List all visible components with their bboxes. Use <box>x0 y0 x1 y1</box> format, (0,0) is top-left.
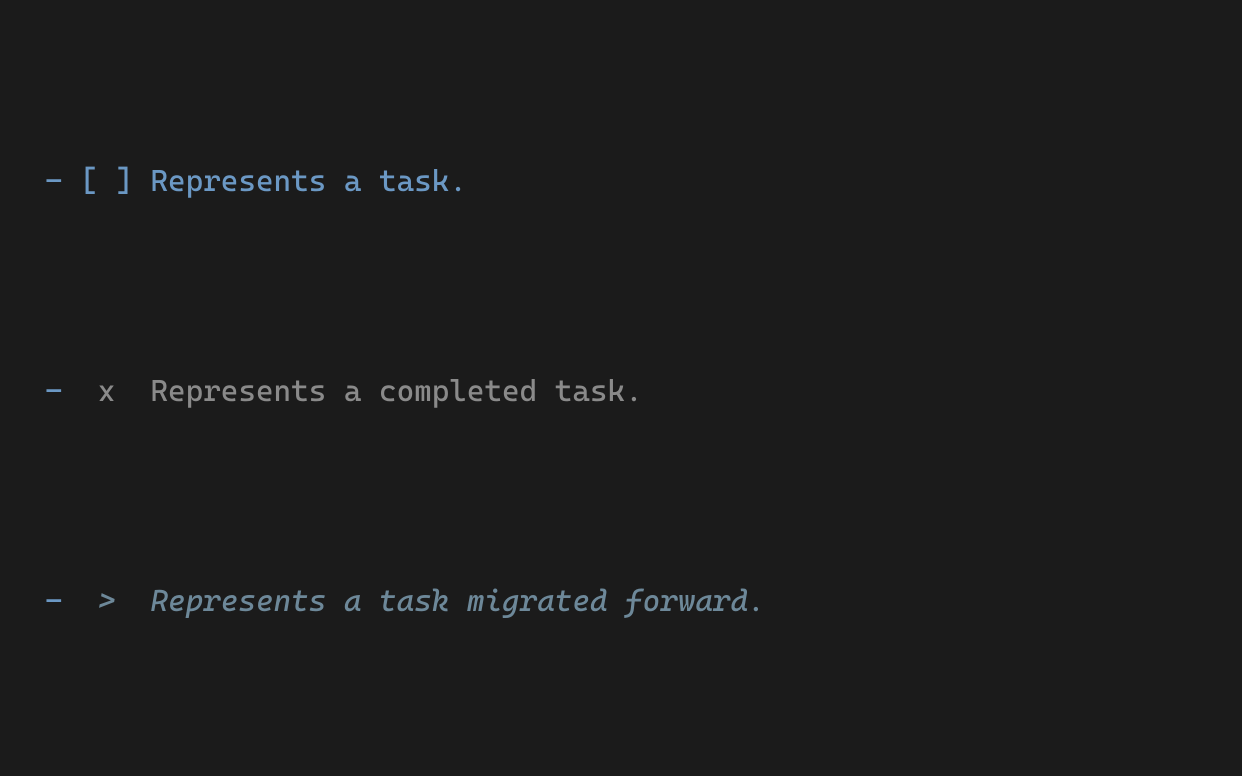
completed-description: Represents a completed task. <box>150 374 642 409</box>
completed-symbol: x <box>80 374 133 409</box>
migrated-forward-symbol: > <box>80 584 133 619</box>
task-symbol: [ ] <box>80 164 133 199</box>
bullet-dash: - <box>45 374 63 409</box>
line-task: - [ ] Represents a task. <box>45 162 1212 203</box>
code-editor: - [ ] Represents a task. - x Represents … <box>0 0 1242 776</box>
task-description: Represents a task. <box>150 164 466 199</box>
line-migrated-forward: - > Represents a task migrated forward. <box>45 582 1212 623</box>
line-completed: - x Represents a completed task. <box>45 372 1212 413</box>
bullet-dash: - <box>45 584 63 619</box>
migrated-forward-description: Represents a task migrated forward. <box>150 584 765 619</box>
bullet-dash: - <box>45 164 63 199</box>
